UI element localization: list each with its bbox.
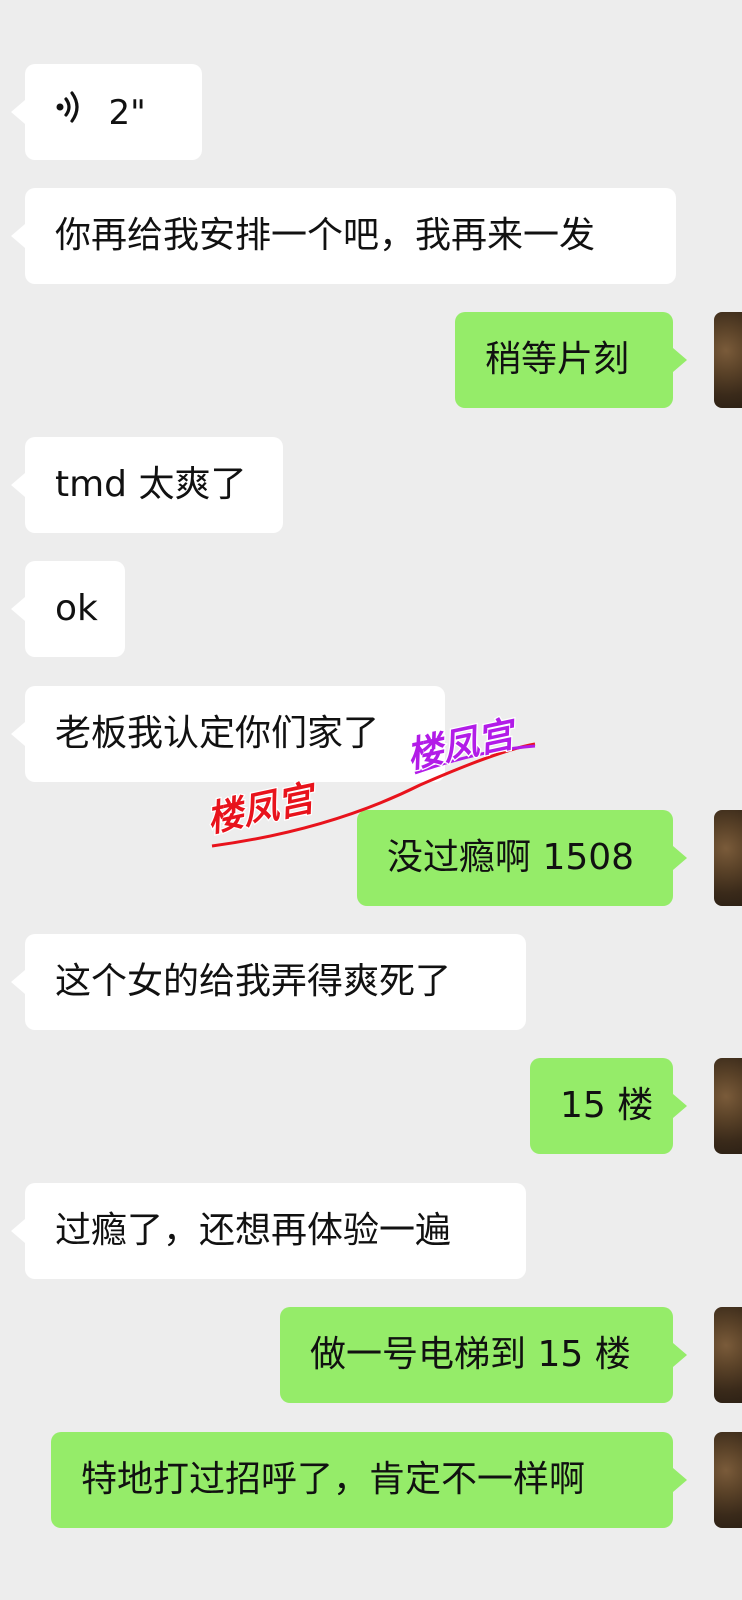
outgoing-message-bubble[interactable]: 做一号电梯到 15 楼 — [280, 1307, 687, 1403]
avatar[interactable] — [714, 312, 742, 408]
voice-icon — [55, 65, 83, 161]
outgoing-message-bubble[interactable]: 特地打过招呼了，肯定不一样啊 — [51, 1432, 687, 1528]
outgoing-message-bubble[interactable]: 稍等片刻 — [455, 312, 687, 408]
avatar[interactable] — [714, 1058, 742, 1154]
incoming-message-bubble[interactable]: ok — [11, 561, 125, 657]
incoming-message-bubble[interactable]: 这个女的给我弄得爽死了 — [11, 934, 526, 1030]
avatar[interactable] — [714, 1307, 742, 1403]
avatar[interactable] — [714, 810, 742, 906]
voice-message-bubble[interactable]: 2" — [11, 64, 202, 161]
avatar[interactable] — [714, 1432, 742, 1528]
incoming-message-bubble[interactable]: tmd 太爽了 — [11, 437, 283, 533]
watermark: 楼凤宫 楼凤宫 — [202, 712, 536, 848]
voice-duration: 2" — [108, 93, 146, 133]
incoming-message-bubble[interactable]: 过瘾了，还想再体验一遍 — [11, 1183, 526, 1279]
outgoing-message-bubble[interactable]: 15 楼 — [530, 1058, 687, 1154]
watermark-text-left: 楼凤宫 — [203, 777, 322, 841]
incoming-message-bubble[interactable]: 你再给我安排一个吧，我再来一发 — [11, 188, 676, 284]
